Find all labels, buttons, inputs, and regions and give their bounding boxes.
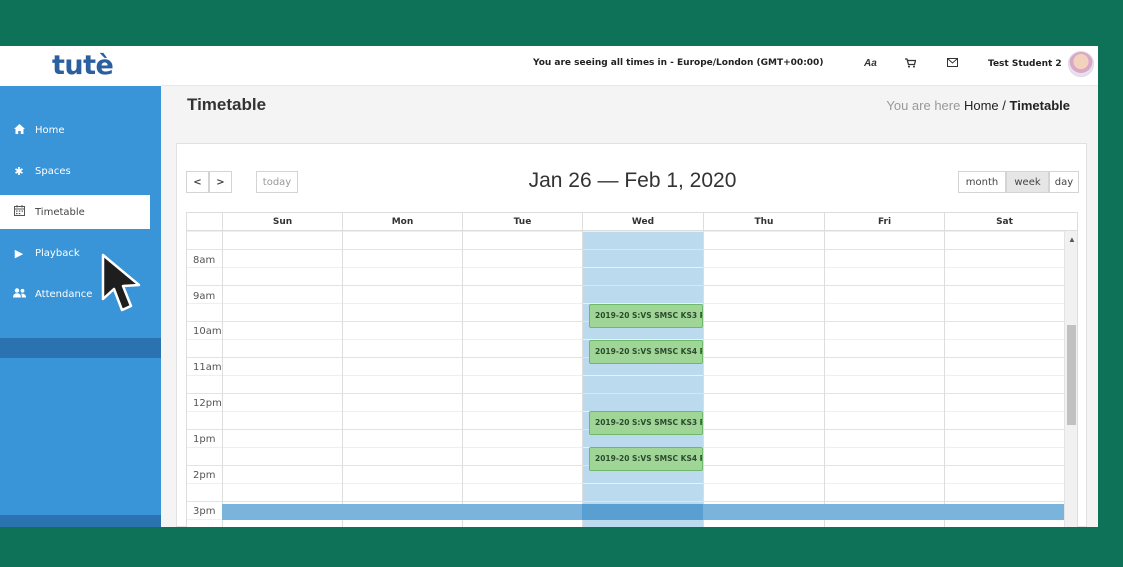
sidebar-item-label: Timetable: [35, 206, 85, 218]
calendar-event[interactable]: 2019-20 S:VS SMSC KS3 P: [589, 304, 703, 328]
time-grid: 8am 9am 10am 11am 12pm 1pm 2pm 3pm 2019-…: [187, 231, 1064, 527]
calendar-icon: [12, 205, 26, 219]
sidebar-item-label: Spaces: [35, 165, 71, 177]
page-title: Timetable: [187, 95, 267, 114]
sidebar-divider: [0, 338, 161, 358]
sidebar-item-home[interactable]: Home: [0, 113, 161, 147]
date-range-title: Jan 26 — Feb 1, 2020: [528, 169, 737, 192]
day-header-sun: Sun: [222, 213, 342, 231]
sidebar-item-label: Attendance: [35, 288, 93, 300]
avatar[interactable]: [1068, 51, 1094, 77]
week-grid: Sun Mon Tue Wed Thu Fri Sat 8am 9am 10am…: [186, 212, 1078, 527]
mouse-pointer-icon: [101, 253, 141, 312]
user-name[interactable]: Test Student 2: [988, 59, 1062, 69]
breadcrumb: You are here Home / Timetable: [886, 98, 1070, 113]
calendar-card: < > today Jan 26 — Feb 1, 2020 month wee…: [176, 143, 1087, 527]
timezone-notice: You are seeing all times in - Europe/Lon…: [533, 58, 824, 68]
day-header-thu: Thu: [703, 213, 824, 231]
time-label: 1pm: [193, 434, 216, 445]
cart-icon[interactable]: [905, 58, 917, 71]
calendar-event[interactable]: 2019-20 S:VS SMSC KS3 P: [589, 411, 703, 435]
day-header-sat: Sat: [944, 213, 1064, 231]
day-header-tue: Tue: [462, 213, 582, 231]
view-week-button[interactable]: week: [1006, 171, 1049, 193]
play-icon: ▶: [14, 246, 24, 260]
top-bar: You are seeing all times in - Europe/Lon…: [161, 46, 1098, 86]
calendar-event[interactable]: 2019-20 S:VS SMSC KS4 P: [589, 447, 703, 471]
scroll-thumb[interactable]: [1067, 325, 1076, 425]
time-label: 11am: [193, 362, 222, 373]
breadcrumb-separator: /: [1002, 98, 1006, 113]
sidebar-item-spaces[interactable]: ✱ Spaces: [0, 154, 161, 188]
main-content: Timetable You are here Home / Timetable …: [161, 86, 1098, 527]
scroll-up-icon[interactable]: ▲: [1068, 235, 1076, 244]
breadcrumb-current: Timetable: [1009, 98, 1070, 113]
view-month-button[interactable]: month: [958, 171, 1006, 193]
time-label: 2pm: [193, 470, 216, 481]
time-label: 8am: [193, 255, 216, 266]
view-day-button[interactable]: day: [1049, 171, 1079, 193]
current-time-today: [582, 504, 703, 520]
app-window: tutè Home ✱ Spaces Timetable ▶ Playback …: [0, 46, 1098, 527]
home-icon: [12, 123, 26, 137]
sidebar-footer: [0, 515, 161, 527]
asterisk-icon: ✱: [14, 164, 24, 178]
day-header-mon: Mon: [342, 213, 462, 231]
day-header-wed: Wed: [582, 213, 703, 231]
breadcrumb-prefix: You are here: [886, 98, 961, 113]
sidebar-item-label: Home: [35, 124, 65, 136]
mail-icon[interactable]: [947, 58, 958, 70]
day-header-fri: Fri: [824, 213, 944, 231]
calendar-event[interactable]: 2019-20 S:VS SMSC KS4 P: [589, 340, 703, 364]
time-label: 9am: [193, 291, 216, 302]
day-header-row: Sun Mon Tue Wed Thu Fri Sat: [187, 213, 1077, 231]
logo[interactable]: tutè: [52, 50, 114, 81]
sidebar-item-label: Playback: [35, 247, 80, 259]
calendar-scrollbar[interactable]: ▲: [1064, 231, 1077, 527]
logo-area: tutè: [0, 46, 161, 86]
time-label: 10am: [193, 326, 222, 337]
font-size-icon[interactable]: Aa: [864, 58, 877, 69]
users-icon: [12, 287, 26, 301]
breadcrumb-home-link[interactable]: Home: [964, 98, 999, 113]
sidebar-item-timetable[interactable]: Timetable: [0, 195, 150, 229]
time-label: 3pm: [193, 506, 216, 517]
time-label: 12pm: [193, 398, 222, 409]
